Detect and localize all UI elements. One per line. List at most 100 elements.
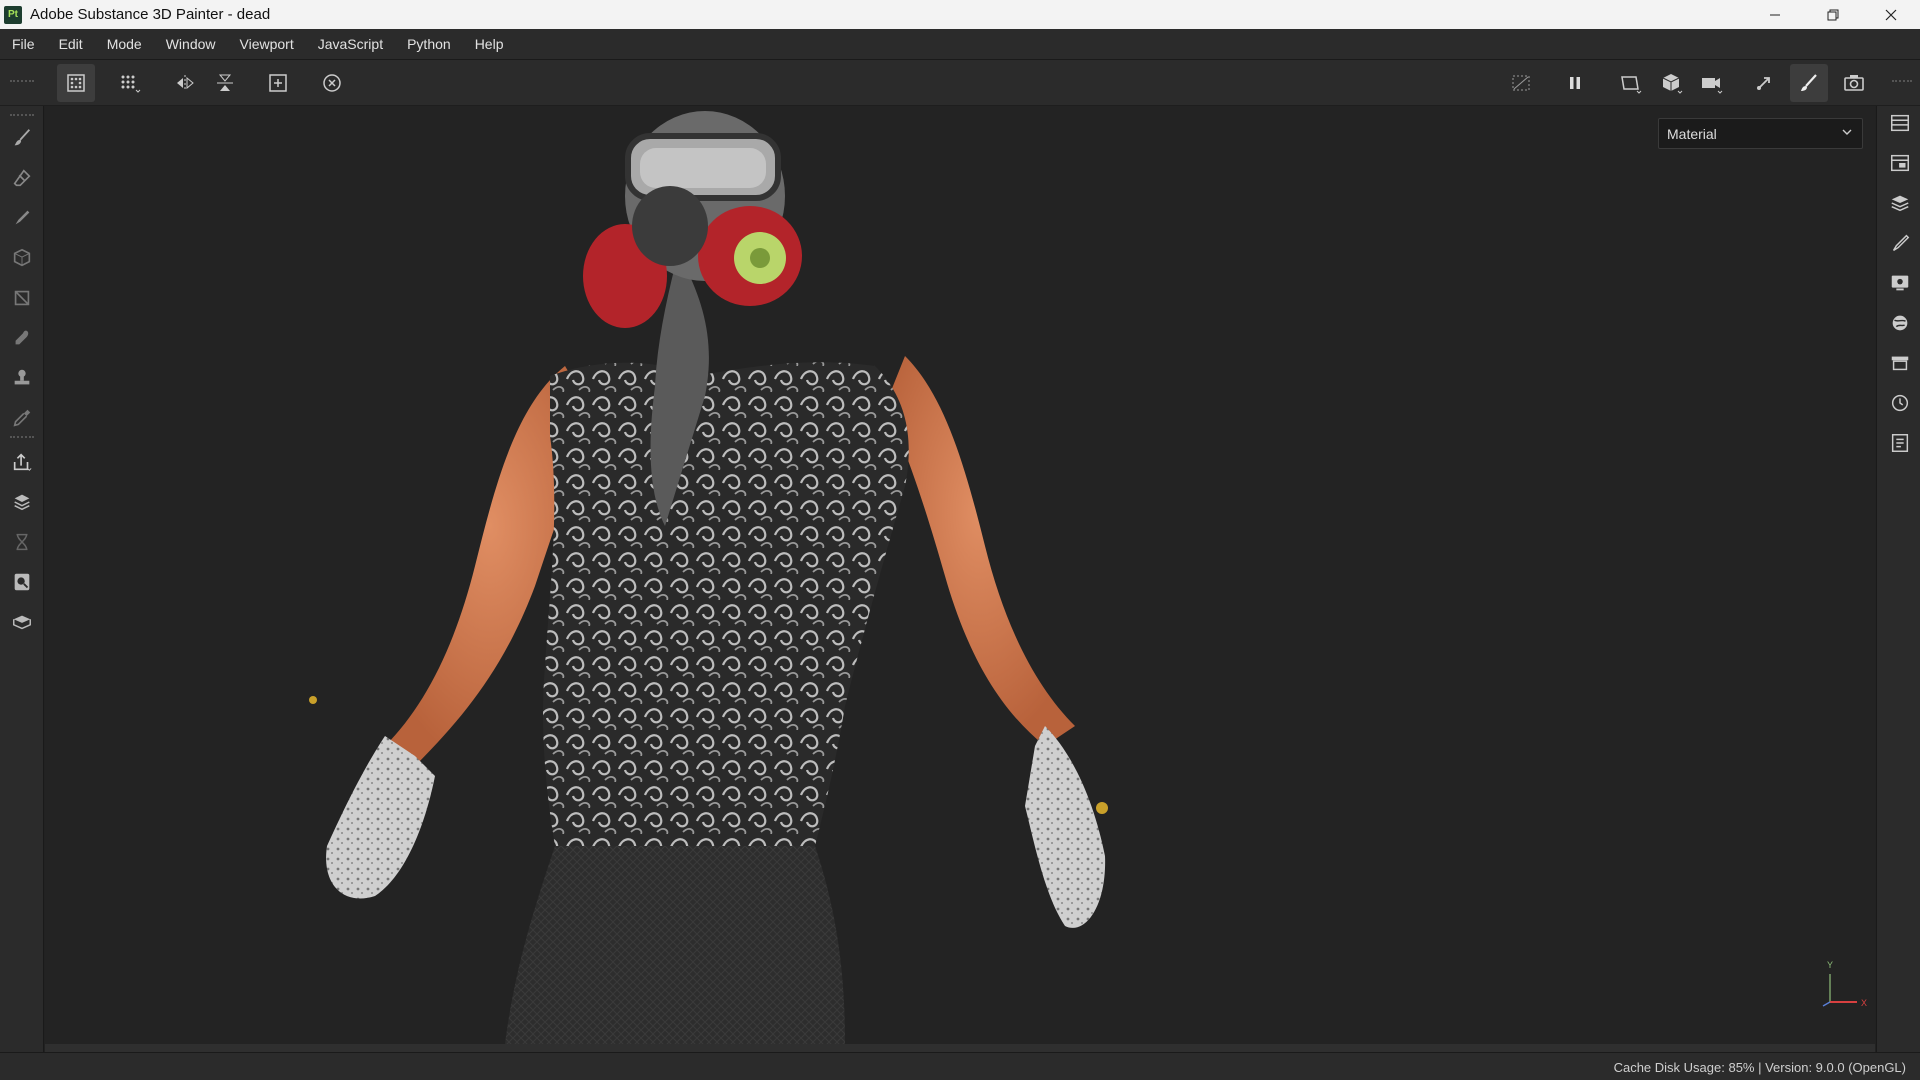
eraser-tool[interactable] — [8, 164, 36, 192]
screenshot-button[interactable] — [1835, 64, 1873, 102]
screenshot-icon — [1844, 75, 1864, 91]
close-icon — [1885, 9, 1897, 20]
projection-tool[interactable] — [8, 204, 36, 232]
viewport-2d-icon — [1621, 76, 1642, 94]
clone-stamp-icon — [14, 369, 30, 385]
viewport-mode-value: Material — [1667, 125, 1717, 142]
clone-stamp-tool[interactable] — [8, 364, 36, 392]
menu-mode[interactable]: Mode — [95, 29, 154, 60]
layers-stack-button[interactable] — [1887, 190, 1913, 216]
restore-icon — [1827, 9, 1839, 20]
camera-button[interactable] — [1692, 64, 1730, 102]
menu-help[interactable]: Help — [463, 29, 516, 60]
bake-tool[interactable] — [8, 488, 36, 516]
minimize-button[interactable] — [1746, 0, 1804, 29]
texture-set-list-button[interactable] — [1887, 150, 1913, 176]
display-settings-button[interactable] — [1887, 270, 1913, 296]
material-cube-button[interactable] — [1652, 64, 1690, 102]
status-text: Cache Disk Usage: 85% | Version: 9.0.0 (… — [1613, 1060, 1906, 1075]
menu-viewport[interactable]: Viewport — [228, 29, 306, 60]
pause-icon — [1570, 77, 1580, 89]
polygon-fill-icon — [14, 290, 30, 306]
shader-settings-icon — [1892, 315, 1908, 331]
hourglass-tool[interactable] — [8, 528, 36, 556]
search-settings-icon — [14, 573, 30, 591]
log-button[interactable] — [1887, 430, 1913, 456]
mirror-horizontal-icon — [177, 75, 194, 91]
search-settings-tool[interactable] — [8, 568, 36, 596]
reset-camera-button[interactable] — [313, 64, 351, 102]
toolbar-grip-right[interactable] — [1892, 80, 1912, 86]
restore-button[interactable] — [1804, 0, 1862, 29]
layers-list-button[interactable] — [1887, 110, 1913, 136]
menu-python[interactable]: Python — [395, 29, 463, 60]
viewport-2d-button[interactable] — [1611, 64, 1649, 102]
tool-strip-grip[interactable] — [10, 114, 34, 118]
bake-icon — [14, 494, 30, 511]
chevron-down-icon — [1842, 129, 1852, 135]
history-button[interactable] — [1887, 390, 1913, 416]
shirt — [543, 362, 909, 846]
display-settings-icon — [1891, 275, 1909, 291]
shelf-button[interactable] — [1887, 350, 1913, 376]
window-controls — [1746, 0, 1920, 29]
smudge-tool[interactable] — [8, 324, 36, 352]
app-icon: Pt — [4, 5, 22, 24]
shelf-icon — [1891, 356, 1909, 371]
camera-icon — [1702, 78, 1723, 94]
close-button[interactable] — [1862, 0, 1920, 29]
axis-gizmo: Y X — [1815, 954, 1875, 1014]
grid-symmetry-button[interactable] — [111, 64, 149, 102]
3d-viewport[interactable]: Material Y X — [45, 106, 1875, 1044]
arrow-tool-button[interactable] — [1745, 64, 1783, 102]
shelf-box-tool[interactable] — [8, 608, 36, 636]
mirror-horizontal-button[interactable] — [166, 64, 204, 102]
menu-file[interactable]: File — [0, 29, 47, 60]
viewport-mode-dropdown[interactable]: Material — [1658, 118, 1863, 149]
paint-brush-tool[interactable] — [8, 124, 36, 152]
properties-brush-button[interactable] — [1887, 230, 1913, 256]
brush-mode-button[interactable] — [1790, 64, 1828, 102]
left-tool-strip — [0, 106, 44, 1052]
menu-edit[interactable]: Edit — [47, 29, 95, 60]
arrow-tool-icon — [1757, 77, 1770, 90]
menu-bar: File Edit Mode Window Viewport JavaScrip… — [0, 29, 1920, 60]
color-picker-tool[interactable] — [8, 404, 36, 432]
pause-button[interactable] — [1556, 64, 1594, 102]
hourglass-icon — [16, 533, 28, 551]
mirror-vertical-icon — [217, 74, 233, 91]
export-tool[interactable] — [8, 448, 36, 476]
hide-ui-button[interactable] — [1502, 64, 1540, 102]
axis-y-label: Y — [1827, 960, 1833, 970]
shader-settings-button[interactable] — [1887, 310, 1913, 336]
title-bar: Pt Adobe Substance 3D Painter - dead — [0, 0, 1920, 29]
log-icon — [1891, 434, 1909, 452]
mirror-vertical-button[interactable] — [206, 64, 244, 102]
status-bar: Cache Disk Usage: 85% | Version: 9.0.0 (… — [0, 1052, 1920, 1080]
paint-brush-icon — [14, 129, 31, 146]
geometry-mask-icon — [13, 248, 31, 267]
viewport-bottom-edge — [45, 1044, 1875, 1052]
menu-window[interactable]: Window — [154, 29, 228, 60]
geometry-mask-tool[interactable] — [8, 244, 36, 272]
right-panel-strip — [1876, 106, 1920, 1052]
smudge-icon — [15, 330, 29, 345]
add-frame-icon — [269, 74, 287, 92]
axis-x-label: X — [1861, 998, 1867, 1008]
top-toolbar — [0, 60, 1920, 106]
brush-active-icon — [1801, 74, 1817, 91]
menu-javascript[interactable]: JavaScript — [306, 29, 395, 60]
color-picker-icon — [13, 409, 31, 427]
toolbar-grip[interactable] — [10, 80, 34, 86]
export-icon — [13, 453, 32, 471]
grid-symmetry-icon — [121, 75, 141, 93]
character-model[interactable] — [45, 106, 1875, 1044]
texture-set-button[interactable] — [57, 64, 95, 102]
eraser-icon — [13, 169, 31, 187]
polygon-fill-tool[interactable] — [8, 284, 36, 312]
hide-ui-icon — [1512, 75, 1530, 91]
tool-strip-divider — [10, 436, 34, 440]
window-title: Adobe Substance 3D Painter - dead — [30, 6, 271, 23]
add-frame-button[interactable] — [259, 64, 297, 102]
layers-list-icon — [1891, 114, 1909, 132]
